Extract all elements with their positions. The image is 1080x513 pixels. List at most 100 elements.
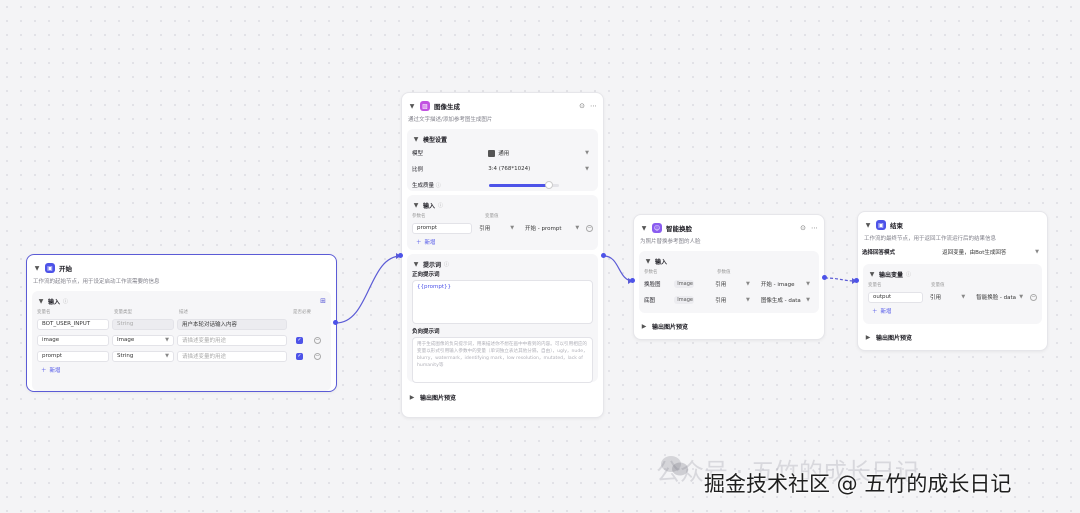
param-name: 底图 bbox=[644, 298, 656, 304]
section-title: 输入 bbox=[423, 202, 436, 210]
add-param-icon[interactable]: ⊞ bbox=[320, 297, 326, 305]
source-select[interactable]: 引用 ▼ bbox=[711, 279, 754, 290]
add-param-button[interactable]: ＋新增 bbox=[37, 364, 326, 376]
value-select[interactable]: 开始 - prompt ▼ bbox=[521, 223, 583, 234]
col-header-required: 是否必要 bbox=[293, 309, 311, 315]
section-chevron-icon[interactable]: ▼ bbox=[412, 136, 420, 143]
plus-icon: ＋ bbox=[416, 240, 422, 246]
image-input-section: ▼ 输入 ⓘ 参数名 变量值 prompt 引用 ▼ 开始 - prompt ▼ −… bbox=[407, 195, 598, 250]
positive-prompt-input[interactable]: {{prompt}} bbox=[412, 280, 593, 324]
chevron-right-icon: ▶ bbox=[409, 393, 415, 401]
model-value: 通用 bbox=[498, 151, 510, 157]
remove-row-icon[interactable]: − bbox=[314, 352, 321, 360]
image-gen-icon: ▨ bbox=[420, 101, 430, 111]
face-swap-icon: ☺ bbox=[652, 223, 662, 233]
chevron-right-icon: ▶ bbox=[641, 322, 647, 330]
source-value: 引用 bbox=[715, 298, 727, 304]
chevron-down-icon: ▼ bbox=[1035, 249, 1039, 255]
col-header-value: 变量值 bbox=[485, 213, 499, 219]
section-chevron-icon[interactable]: ▼ bbox=[412, 202, 420, 209]
plus-icon: ＋ bbox=[872, 309, 878, 315]
answer-mode-label: 选择回答模式 bbox=[862, 250, 896, 256]
run-icon[interactable]: ⊙ bbox=[579, 102, 585, 110]
var-desc-input[interactable]: 请描述变量的用途 bbox=[177, 350, 287, 362]
start-output-port[interactable] bbox=[333, 320, 338, 325]
section-title: 输出图片预览 bbox=[876, 334, 913, 342]
section-chevron-icon[interactable]: ▼ bbox=[868, 271, 876, 278]
value-text: 智能换脸 - data bbox=[976, 295, 1017, 301]
model-select[interactable]: 通用 ▼ bbox=[484, 148, 593, 159]
value-select[interactable]: 智能换脸 - data ▼ bbox=[972, 292, 1027, 303]
image-gen-node[interactable]: ▼ ▨ 图像生成 ⊙ ⋯ 通过文字描述/添加参考图生成图片 ▼ 模型设置 模型 通… bbox=[401, 92, 604, 418]
section-chevron-icon[interactable]: ▼ bbox=[644, 258, 652, 265]
var-desc-input: 用户本轮对话输入内容 bbox=[177, 318, 287, 330]
value-select[interactable]: 开始 - image ▼ bbox=[757, 279, 814, 290]
value-select[interactable]: 图像生成 - data ▼ bbox=[757, 295, 814, 306]
node-description: 工作流的最终节点，用于返回工作流运行后的结果信息 bbox=[864, 236, 997, 242]
remove-row-icon[interactable]: − bbox=[314, 336, 321, 344]
output-preview-section[interactable]: ▶ 输出图片预览 bbox=[858, 328, 1047, 346]
more-icon[interactable]: ⋯ bbox=[811, 224, 818, 232]
slider-knob[interactable] bbox=[544, 181, 553, 189]
quality-slider[interactable] bbox=[489, 181, 559, 189]
var-type-value: String bbox=[117, 353, 134, 359]
ratio-select[interactable]: 3:4 (768*1024) ▼ bbox=[484, 164, 593, 175]
chevron-down-icon: ▼ bbox=[1019, 294, 1024, 300]
value-text: 开始 - prompt bbox=[525, 226, 562, 232]
collapse-chevron-icon[interactable]: ▼ bbox=[864, 222, 872, 229]
collapse-chevron-icon[interactable]: ▼ bbox=[408, 103, 416, 110]
output-preview-section[interactable]: ▶ 输出图片预览 bbox=[402, 388, 603, 406]
col-header-value: 参数值 bbox=[717, 269, 731, 275]
remove-row-icon[interactable]: − bbox=[586, 224, 593, 232]
node-title: 结束 bbox=[890, 222, 903, 230]
section-title: 提示词 bbox=[423, 261, 442, 269]
var-desc-input[interactable]: 请描述变量的用途 bbox=[177, 334, 287, 346]
model-settings-section: ▼ 模型设置 模型 通用 ▼ 比例 3:4 (768*1024) ▼ 生成质量 ⓘ bbox=[407, 129, 598, 191]
table-row: image Image ▼ 请描述变量的用途 ✓ − bbox=[37, 332, 326, 348]
ratio-value: 3:4 (768*1024) bbox=[488, 166, 531, 172]
col-header-desc: 描述 bbox=[179, 309, 188, 315]
negative-prompt-input[interactable]: 用于生成图像的负向提示词，用来描述你不想在画中中看到的内容。可以引用相应的变量以… bbox=[412, 337, 593, 383]
node-description: 通过文字描述/添加参考图生成图片 bbox=[408, 117, 493, 123]
add-param-button[interactable]: ＋新增 bbox=[412, 236, 593, 248]
smart-swap-node[interactable]: ▼ ☺ 智能换脸 ⊙ ⋯ 为照片替换参考图的人脸 ▼ 输入 参数名 参数值 换脸图… bbox=[633, 214, 825, 340]
var-type-select[interactable]: Image ▼ bbox=[112, 334, 174, 346]
col-header-value: 变量值 bbox=[931, 282, 945, 288]
var-name-input[interactable]: prompt bbox=[37, 350, 109, 362]
answer-mode-select[interactable]: 返回变量，由Bot生成回答 ▼ bbox=[938, 247, 1043, 258]
section-chevron-icon[interactable]: ▼ bbox=[37, 298, 45, 305]
chevron-down-icon: ▼ bbox=[585, 166, 589, 172]
add-output-button[interactable]: ＋新增 bbox=[868, 305, 1037, 317]
section-chevron-icon[interactable]: ▼ bbox=[412, 261, 420, 268]
start-node[interactable]: ▼ ▣ 开始 工作流的起始节点，用于设定启动工作流需要的信息 ▼ 输入 ⓘ ⊞ … bbox=[26, 254, 337, 392]
col-header-name: 变量名 bbox=[868, 282, 882, 288]
remove-row-icon[interactable]: − bbox=[1030, 293, 1038, 301]
var-type-select[interactable]: String ▼ bbox=[112, 350, 174, 362]
collapse-chevron-icon[interactable]: ▼ bbox=[33, 265, 41, 272]
section-title: 输出图片预览 bbox=[420, 394, 457, 402]
var-name-input[interactable]: image bbox=[37, 334, 109, 346]
more-icon[interactable]: ⋯ bbox=[590, 102, 597, 110]
required-checkbox[interactable]: ✓ bbox=[296, 352, 303, 360]
output-preview-section[interactable]: ▶ 输出图片预览 bbox=[634, 317, 824, 335]
swap-input-port[interactable] bbox=[630, 278, 635, 283]
var-name-input[interactable]: BOT_USER_INPUT bbox=[37, 318, 109, 330]
end-input-port[interactable] bbox=[854, 278, 859, 283]
chevron-down-icon: ▼ bbox=[575, 225, 580, 231]
collapse-chevron-icon[interactable]: ▼ bbox=[640, 225, 648, 232]
image-gen-output-port[interactable] bbox=[601, 253, 606, 258]
info-icon: ⓘ bbox=[63, 298, 69, 305]
param-name-input[interactable]: prompt bbox=[412, 222, 473, 234]
required-checkbox[interactable]: ✓ bbox=[296, 336, 303, 344]
swap-output-port[interactable] bbox=[822, 275, 827, 280]
source-value: 引用 bbox=[929, 295, 941, 301]
source-select[interactable]: 引用 ▼ bbox=[926, 292, 969, 303]
run-icon[interactable]: ⊙ bbox=[800, 224, 806, 232]
source-select[interactable]: 引用 ▼ bbox=[475, 223, 518, 234]
source-select[interactable]: 引用 ▼ bbox=[711, 295, 754, 306]
end-node[interactable]: ▼ ▣ 结束 工作流的最终节点，用于返回工作流运行后的结果信息 选择回答模式 返… bbox=[857, 211, 1048, 351]
image-gen-input-port[interactable] bbox=[398, 253, 403, 258]
edge-start-to-image bbox=[335, 255, 402, 324]
output-name-input[interactable]: output bbox=[868, 291, 923, 303]
positive-prompt-label: 正向提示词 bbox=[412, 272, 440, 278]
